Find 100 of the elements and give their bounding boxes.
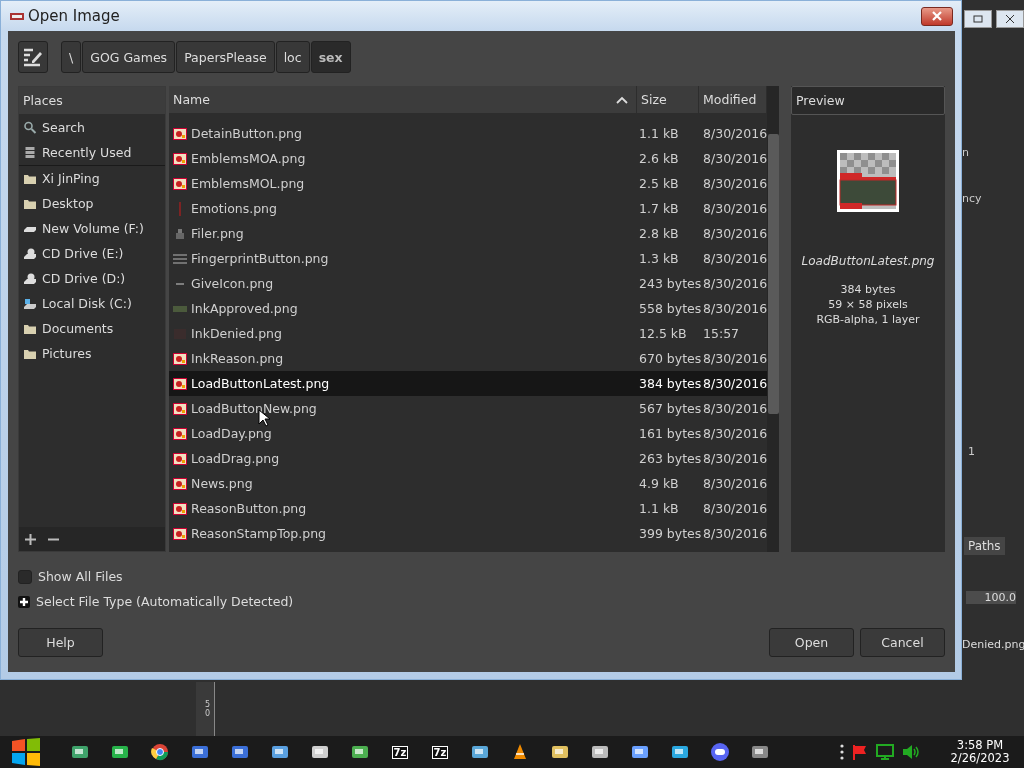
file-row[interactable]: News.png 4.9 kB 8/30/2016 — [169, 471, 768, 496]
file-name: EmblemsMOL.png — [191, 176, 305, 191]
file-row[interactable]: InkReason.png 670 bytes 8/30/2016 — [169, 346, 768, 371]
file-name: InkDenied.png — [191, 326, 282, 341]
add-bookmark-button[interactable] — [25, 533, 36, 545]
column-header: Preview — [791, 86, 945, 115]
close-icon — [931, 11, 943, 21]
panel-text: n — [962, 146, 969, 159]
thumbnail-icon — [179, 201, 182, 216]
flag-icon[interactable] — [852, 744, 868, 760]
file-size: 1.7 kB — [638, 201, 680, 216]
scrollbar-thumb[interactable] — [768, 134, 780, 414]
clock[interactable]: 3:58 PM 2/26/2023 — [942, 739, 1018, 765]
checkbox[interactable] — [18, 569, 32, 584]
file-row[interactable]: LoadButtonNew.png 567 bytes 8/30/2016 — [169, 396, 768, 421]
file-row[interactable]: LoadDay.png 161 bytes 8/30/2016 — [169, 421, 768, 446]
file-date: 8/30/2016 — [703, 226, 768, 241]
place-item[interactable]: Pictures — [19, 341, 166, 366]
cd-drive-icon — [23, 247, 37, 260]
file-name: InkApproved.png — [191, 301, 298, 316]
column-header[interactable]: Name — [169, 86, 638, 113]
file-size: 2.8 kB — [638, 226, 680, 241]
file-date: 8/30/2016 — [703, 376, 768, 391]
path-segment-button[interactable]: sex — [310, 41, 351, 73]
file-name: EmblemsMOA.png — [191, 151, 306, 166]
place-item[interactable]: Xi JinPing — [19, 166, 166, 191]
path-segment-button[interactable]: PapersPlease — [176, 41, 275, 73]
file-date: 8/30/2016 — [703, 451, 768, 466]
place-item[interactable]: Documents — [19, 316, 166, 341]
overflow-icon[interactable] — [840, 744, 844, 760]
file-size: 399 bytes — [638, 526, 703, 541]
path-segment-button[interactable]: \ — [61, 41, 82, 73]
image-details: 384 bytes — [840, 282, 896, 297]
help-button[interactable]: Help — [18, 628, 103, 657]
file-date: 8/30/2016 — [703, 151, 768, 166]
file-row[interactable]: EmblemsMOA.png 2.6 kB 8/30/2016 — [169, 146, 768, 171]
file-row[interactable]: InkApproved.png 558 bytes 8/30/2016 — [169, 296, 768, 321]
path-segment-button[interactable]: GOG Games — [82, 41, 176, 73]
file-date: 8/30/2016 — [703, 426, 768, 441]
file-type-expander[interactable]: Select File Type (Automatically Detected) — [18, 589, 294, 614]
place-item[interactable]: CD Drive (D:) — [19, 266, 166, 291]
image-icon — [173, 427, 188, 440]
image-details: 59 × 58 pixels — [828, 297, 908, 312]
windows-logo-icon[interactable] — [10, 738, 42, 766]
file-row[interactable]: FingerprintButton.png 1.3 kB 8/30/2016 — [169, 246, 768, 271]
cd-drive-icon — [23, 272, 37, 285]
file-row[interactable]: Emotions.png 1.7 kB 8/30/2016 — [169, 196, 768, 221]
file-size: 12.5 kB — [638, 326, 688, 341]
panel-text: 1 — [968, 445, 975, 458]
image-icon — [173, 177, 188, 190]
file-name: Filer.png — [191, 226, 244, 241]
place-item[interactable]: Search — [19, 115, 166, 140]
file-row[interactable]: Filer.png 2.8 kB 8/30/2016 — [169, 221, 768, 246]
cancel-button[interactable]: Cancel — [860, 628, 945, 657]
file-date: 15:57 — [703, 326, 741, 341]
edit-path-button[interactable] — [18, 41, 48, 73]
scrollbar[interactable] — [767, 86, 780, 552]
file-size: 567 bytes — [638, 401, 703, 416]
ruler-label: 5 — [204, 700, 211, 709]
file-date: 8/30/2016 — [703, 351, 768, 366]
open-button[interactable]: Open — [769, 628, 854, 657]
file-name: InkReason.png — [191, 351, 284, 366]
paths-tab[interactable]: Paths — [964, 537, 1005, 555]
file-size: 243 bytes — [638, 276, 703, 291]
file-date: 8/30/2016 — [703, 526, 768, 541]
file-row[interactable]: ReasonStampTop.png 399 bytes 8/30/2016 — [169, 521, 768, 546]
file-size: 2.5 kB — [638, 176, 680, 191]
place-item[interactable]: CD Drive (E:) — [19, 241, 166, 266]
file-date: 8/30/2016 — [703, 126, 768, 141]
close-icon — [1005, 15, 1015, 23]
path-segment-button[interactable]: loc — [275, 41, 310, 73]
value-field[interactable]: 100.0 — [966, 591, 1016, 604]
file-row[interactable]: EmblemsMOL.png 2.5 kB 8/30/2016 — [169, 171, 768, 196]
file-row[interactable]: InkDenied.png 12.5 kB 15:57 — [169, 321, 768, 346]
place-item[interactable]: Local Disk (C:) — [19, 291, 166, 316]
place-item[interactable]: Desktop — [19, 191, 166, 216]
folder-icon — [23, 347, 37, 360]
file-date: 8/30/2016 — [703, 251, 768, 266]
image-icon — [173, 152, 188, 165]
file-name: LoadDrag.png — [191, 451, 280, 466]
app-icon — [9, 11, 25, 21]
file-name: ReasonStampTop.png — [191, 526, 327, 541]
file-row[interactable]: LoadButtonLatest.png 384 bytes 8/30/2016 — [169, 371, 768, 396]
file-row[interactable]: GiveIcon.png 243 bytes 8/30/2016 — [169, 271, 768, 296]
column-header[interactable]: Size — [637, 86, 700, 113]
file-date: 8/30/2016 — [703, 401, 768, 416]
place-item[interactable]: New Volume (F:) — [19, 216, 166, 241]
place-item[interactable]: Recently Used — [19, 140, 166, 166]
thumbnail-icon — [173, 305, 188, 312]
speaker-icon[interactable] — [902, 744, 920, 760]
file-size: 4.9 kB — [638, 476, 680, 491]
file-row[interactable]: ReasonButton.png 1.1 kB 8/30/2016 — [169, 496, 768, 521]
monitor-icon[interactable] — [876, 744, 894, 760]
close-button[interactable] — [996, 10, 1024, 28]
file-size: 263 bytes — [638, 451, 703, 466]
close-button[interactable] — [921, 6, 953, 26]
file-row[interactable]: DetainButton.png 1.1 kB 8/30/2016 — [169, 121, 768, 146]
file-row[interactable]: LoadDrag.png 263 bytes 8/30/2016 — [169, 446, 768, 471]
show-all-files-checkbox[interactable]: Show All Files — [18, 564, 123, 589]
file-name: Emotions.png — [191, 201, 277, 216]
